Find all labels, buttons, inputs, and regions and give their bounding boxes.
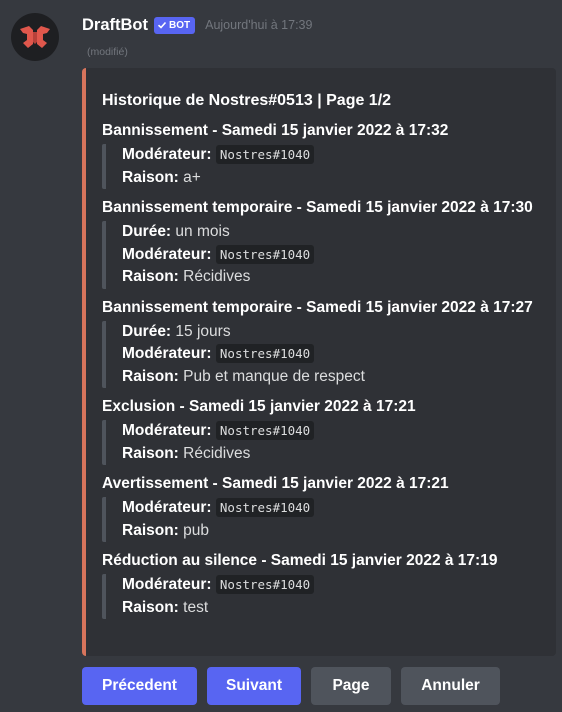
moderator-row: Modérateur: Nostres#1040: [122, 343, 542, 366]
duration-value: 15 jours: [175, 322, 231, 340]
history-entry: Bannissement - Samedi 15 janvier 2022 à …: [102, 121, 542, 189]
entry-details: Modérateur: Nostres#1040 Raison: a+: [102, 144, 542, 189]
entry-title: Bannissement temporaire - Samedi 15 janv…: [102, 298, 533, 316]
moderator-value: Nostres#1040: [215, 145, 315, 164]
reason-label: Raison:: [122, 168, 179, 186]
moderator-label: Modérateur:: [122, 345, 212, 362]
entry-details: Modérateur: Nostres#1040 Raison: test: [102, 574, 542, 619]
history-entry: Bannissement temporaire - Samedi 15 janv…: [102, 298, 542, 389]
bot-tag-label: BOT: [169, 19, 191, 31]
duration-row: Durée: un mois: [122, 221, 542, 244]
entry-title: Exclusion - Samedi 15 janvier 2022 à 17:…: [102, 398, 416, 415]
reason-row: Raison: Pub et manque de respect: [122, 366, 542, 389]
reason-row: Raison: Récidives: [122, 266, 542, 289]
reason-label: Raison:: [122, 268, 179, 285]
reason-row: Raison: a+: [122, 167, 542, 190]
timestamp: Aujourd'hui à 17:39: [205, 18, 313, 32]
entry-details: Durée: un mois Modérateur: Nostres#1040 …: [102, 221, 542, 289]
moderator-label: Modérateur:: [122, 245, 212, 263]
moderator-label: Modérateur:: [122, 499, 212, 516]
history-entry: Bannissement temporaire - Samedi 15 janv…: [102, 198, 542, 289]
entry-title: Avertissement - Samedi 15 janvier 2022 à…: [102, 475, 449, 492]
duration-value: un mois: [175, 223, 230, 240]
moderator-value: Nostres#1040: [215, 421, 315, 440]
history-entry: Avertissement - Samedi 15 janvier 2022 à…: [102, 474, 542, 542]
edited-label: (modifié): [87, 46, 128, 58]
reason-value: Récidives: [183, 268, 251, 285]
cancel-button[interactable]: Annuler: [401, 667, 500, 705]
avatar[interactable]: [11, 13, 59, 61]
reason-label: Raison:: [122, 367, 179, 385]
reason-value: a+: [183, 168, 201, 186]
history-entry: Exclusion - Samedi 15 janvier 2022 à 17:…: [102, 397, 542, 465]
reason-label: Raison:: [122, 598, 179, 616]
button-row: Précedent Suivant Page Annuler: [82, 667, 500, 705]
moderator-label: Modérateur:: [122, 422, 212, 439]
moderator-value: Nostres#1040: [215, 575, 315, 594]
reason-row: Raison: test: [122, 597, 542, 620]
duration-label: Durée:: [122, 322, 172, 340]
moderator-label: Modérateur:: [122, 146, 212, 163]
entry-title: Réduction au silence - Samedi 15 janvier…: [102, 552, 498, 569]
moderator-row: Modérateur: Nostres#1040: [122, 497, 542, 520]
page-button[interactable]: Page: [311, 667, 391, 705]
previous-button[interactable]: Précedent: [82, 667, 197, 705]
verified-check-icon: [157, 21, 167, 29]
bot-tag: BOT: [154, 16, 196, 34]
entry-details: Modérateur: Nostres#1040 Raison: pub: [102, 497, 542, 542]
moderator-label: Modérateur:: [122, 576, 212, 593]
embed-title: Historique de Nostres#0513 | Page 1/2: [102, 92, 392, 109]
moderator-value: Nostres#1040: [215, 498, 315, 517]
next-button[interactable]: Suivant: [207, 667, 301, 705]
moderator-row: Modérateur: Nostres#1040: [122, 574, 542, 597]
duration-label: Durée:: [122, 223, 172, 240]
author-name[interactable]: DraftBot: [82, 16, 148, 35]
entry-title: Bannissement - Samedi 15 janvier 2022 à …: [102, 122, 449, 139]
reason-row: Raison: pub: [122, 520, 542, 543]
embed: Historique de Nostres#0513 | Page 1/2 Ba…: [82, 68, 556, 656]
reason-row: Raison: Récidives: [122, 443, 542, 466]
reason-label: Raison:: [122, 444, 179, 462]
duration-row: Durée: 15 jours: [122, 321, 542, 344]
reason-value: Récidives: [183, 444, 251, 462]
entry-details: Durée: 15 jours Modérateur: Nostres#1040…: [102, 320, 542, 389]
entry-details: Modérateur: Nostres#1040 Raison: Récidiv…: [102, 420, 542, 465]
moderator-row: Modérateur: Nostres#1040: [122, 420, 542, 443]
message-header: DraftBot BOT Aujourd'hui à 17:39: [82, 13, 312, 37]
reason-value: pub: [183, 521, 210, 539]
moderator-row: Modérateur: Nostres#1040: [122, 144, 542, 167]
draftbot-logo-icon: [20, 26, 50, 48]
reason-label: Raison:: [122, 521, 179, 539]
moderator-value: Nostres#1040: [215, 244, 315, 264]
reason-value: test: [183, 598, 209, 616]
reason-value: Pub et manque de respect: [183, 367, 365, 385]
moderator-value: Nostres#1040: [215, 344, 315, 363]
history-entry: Réduction au silence - Samedi 15 janvier…: [102, 551, 542, 619]
entry-title: Bannissement temporaire - Samedi 15 janv…: [102, 199, 533, 216]
moderator-row: Modérateur: Nostres#1040: [122, 244, 542, 267]
